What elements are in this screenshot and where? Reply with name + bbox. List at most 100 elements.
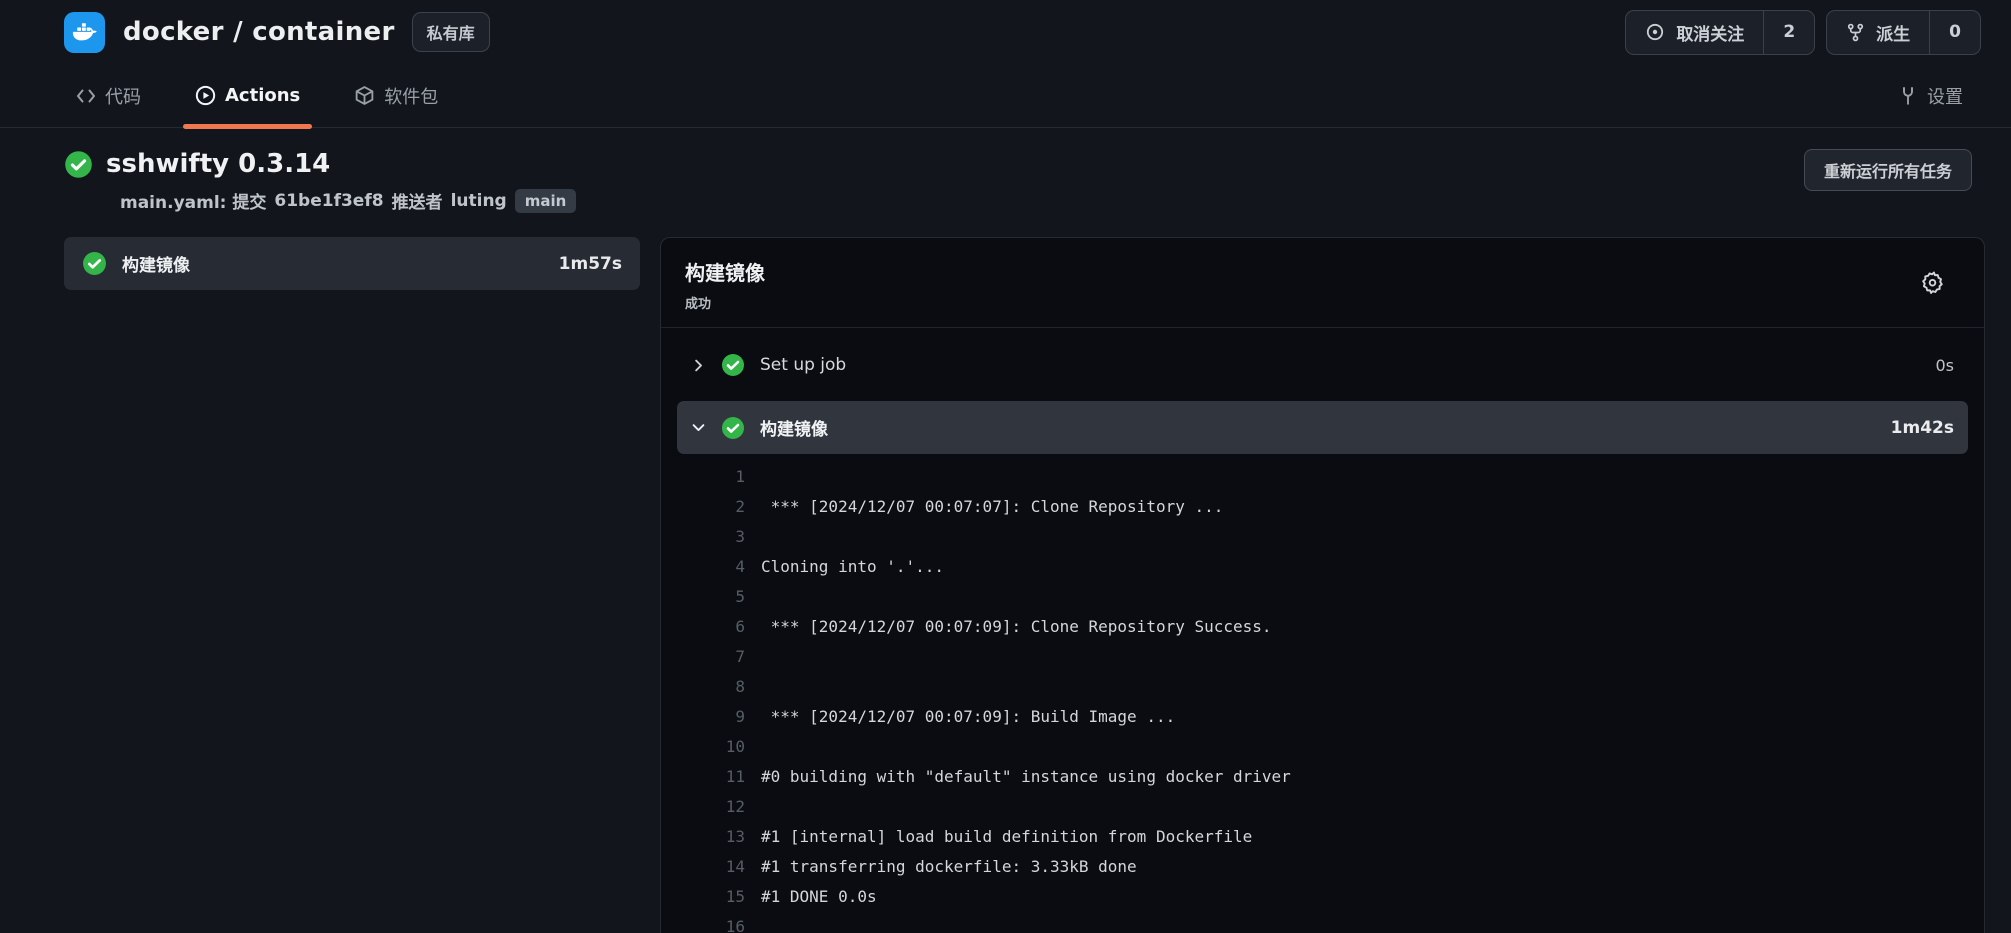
fork-count[interactable]: 0 — [1929, 11, 1980, 54]
run-info: sshwifty 0.3.14 main.yaml: 提交 61be1f3ef8… — [64, 149, 576, 213]
step-name: Set up job — [760, 355, 846, 375]
log-panel-header: 构建镜像 成功 — [661, 238, 1984, 328]
log-line-number[interactable]: 13 — [677, 822, 745, 852]
tab-packages[interactable]: 软件包 — [350, 64, 442, 127]
tab-actions[interactable]: Actions — [191, 64, 304, 127]
log-line-number[interactable]: 16 — [677, 912, 745, 933]
tab-code[interactable]: 代码 — [72, 64, 145, 127]
log-line-number[interactable]: 11 — [677, 762, 745, 792]
log-line: 15 #1 DONE 0.0s — [677, 882, 1968, 912]
log-line-number[interactable]: 2 — [677, 492, 745, 522]
fork-button[interactable]: 派生 0 — [1826, 10, 1981, 55]
log-line-text: #1 [internal] load build definition from… — [761, 822, 1252, 852]
repo-tabbar: 代码 Actions 软件包 设置 — [0, 64, 2011, 128]
log-line-text: *** [2024/12/07 00:07:09]: Build Image .… — [761, 702, 1175, 732]
log-line-number[interactable]: 10 — [677, 732, 745, 762]
step-duration: 1m42s — [1891, 418, 1954, 438]
commit-prefix: main.yaml: 提交 — [120, 188, 266, 213]
log-line: 3 — [677, 522, 1968, 552]
log-output: 1 2 *** [2024/12/07 00:07:07]: Clone Rep… — [677, 454, 1968, 933]
job-duration: 1m57s — [559, 254, 622, 274]
topbar: docker / container 私有库 取消关注 2 — [0, 0, 2011, 64]
step-success-icon — [721, 416, 745, 440]
log-line-number[interactable]: 7 — [677, 642, 745, 672]
log-line-text: *** [2024/12/07 00:07:09]: Clone Reposit… — [761, 612, 1272, 642]
log-line-number[interactable]: 9 — [677, 702, 745, 732]
log-line-number[interactable]: 12 — [677, 792, 745, 822]
repo-title[interactable]: docker / container — [123, 17, 395, 47]
commit-sha-link[interactable]: 61be1f3ef8 — [274, 191, 383, 211]
play-circle-icon — [195, 85, 216, 106]
job-name: 构建镜像 — [122, 251, 190, 276]
log-line-number[interactable]: 6 — [677, 612, 745, 642]
log-settings-button[interactable] — [1919, 269, 1946, 296]
log-line: 12 — [677, 792, 1968, 822]
log-line: 6 *** [2024/12/07 00:07:09]: Clone Repos… — [677, 612, 1968, 642]
branch-badge[interactable]: main — [515, 189, 577, 213]
tab-settings[interactable]: 设置 — [1894, 64, 1967, 127]
log-line-number[interactable]: 8 — [677, 672, 745, 702]
log-line: 8 — [677, 672, 1968, 702]
log-line: 7 — [677, 642, 1968, 672]
log-line-number[interactable]: 3 — [677, 522, 745, 552]
log-line: 2 *** [2024/12/07 00:07:07]: Clone Repos… — [677, 492, 1968, 522]
tab-packages-label: 软件包 — [384, 83, 438, 109]
log-line: 10 — [677, 732, 1968, 762]
eye-icon — [1645, 22, 1665, 42]
wrench-icon — [1898, 86, 1918, 106]
step-build-image[interactable]: 构建镜像 1m42s — [677, 401, 1968, 454]
content: 构建镜像 1m57s 构建镜像 成功 — [0, 237, 2011, 933]
job-success-icon — [82, 251, 107, 276]
panel-titles: 构建镜像 成功 — [685, 257, 765, 312]
tab-actions-label: Actions — [225, 85, 300, 106]
step-name: 构建镜像 — [760, 415, 828, 440]
code-icon — [76, 86, 96, 106]
log-line-number[interactable]: 4 — [677, 552, 745, 582]
watch-count[interactable]: 2 — [1763, 11, 1814, 54]
tab-settings-label: 设置 — [1927, 83, 1963, 109]
docker-whale-icon — [71, 19, 98, 46]
log-line: 9 *** [2024/12/07 00:07:09]: Build Image… — [677, 702, 1968, 732]
run-header: sshwifty 0.3.14 main.yaml: 提交 61be1f3ef8… — [0, 128, 2011, 213]
package-icon — [354, 85, 375, 106]
log-line: 14 #1 transferring dockerfile: 3.33kB don… — [677, 852, 1968, 882]
run-title: sshwifty 0.3.14 — [106, 149, 576, 179]
run-titles: sshwifty 0.3.14 main.yaml: 提交 61be1f3ef8… — [106, 149, 576, 213]
log-panel: 构建镜像 成功 — [660, 237, 1985, 933]
run-success-icon — [64, 150, 93, 213]
fork-label: 派生 — [1876, 20, 1910, 45]
log-line: 5 — [677, 582, 1968, 612]
chevron-down-icon — [691, 420, 706, 435]
rerun-all-button[interactable]: 重新运行所有任务 — [1804, 149, 1972, 191]
log-line: 16 — [677, 912, 1968, 933]
log-line-text: #1 DONE 0.0s — [761, 882, 877, 912]
pusher-name[interactable]: luting — [451, 191, 507, 211]
repo-avatar[interactable] — [64, 12, 105, 53]
log-line-text: #0 building with "default" instance usin… — [761, 762, 1291, 792]
log-line: 1 — [677, 462, 1968, 492]
log-line: 11 #0 building with "default" instance us… — [677, 762, 1968, 792]
log-line-text: #1 transferring dockerfile: 3.33kB done — [761, 852, 1137, 882]
step-duration: 0s — [1935, 356, 1954, 375]
topbar-actions: 取消关注 2 派生 0 — [1625, 10, 1981, 55]
step-success-icon — [721, 353, 745, 377]
step-setup-job[interactable]: Set up job 0s — [677, 340, 1968, 390]
jobs-sidebar: 构建镜像 1m57s — [64, 237, 640, 290]
gear-icon — [1919, 269, 1946, 296]
job-item-build-image[interactable]: 构建镜像 1m57s — [64, 237, 640, 290]
log-line: 13 #1 [internal] load build definition fr… — [677, 822, 1968, 852]
log-line-number[interactable]: 14 — [677, 852, 745, 882]
log-line-number[interactable]: 1 — [677, 462, 745, 492]
page: { "colors": { "accent": "#f07850", "succ… — [0, 0, 2011, 933]
chevron-right-icon — [691, 358, 706, 373]
unwatch-label: 取消关注 — [1676, 20, 1744, 45]
fork-icon — [1846, 23, 1865, 42]
tab-code-label: 代码 — [105, 83, 141, 109]
log-line-number[interactable]: 5 — [677, 582, 745, 612]
panel-job-title: 构建镜像 — [685, 257, 765, 286]
steps-list: Set up job 0s 构建镜像 1m42s 1 2 *** [2 — [661, 328, 1984, 933]
visibility-badge: 私有库 — [412, 12, 490, 52]
unwatch-button[interactable]: 取消关注 2 — [1625, 10, 1815, 55]
log-line-number[interactable]: 15 — [677, 882, 745, 912]
pusher-prefix: 推送者 — [392, 188, 443, 213]
